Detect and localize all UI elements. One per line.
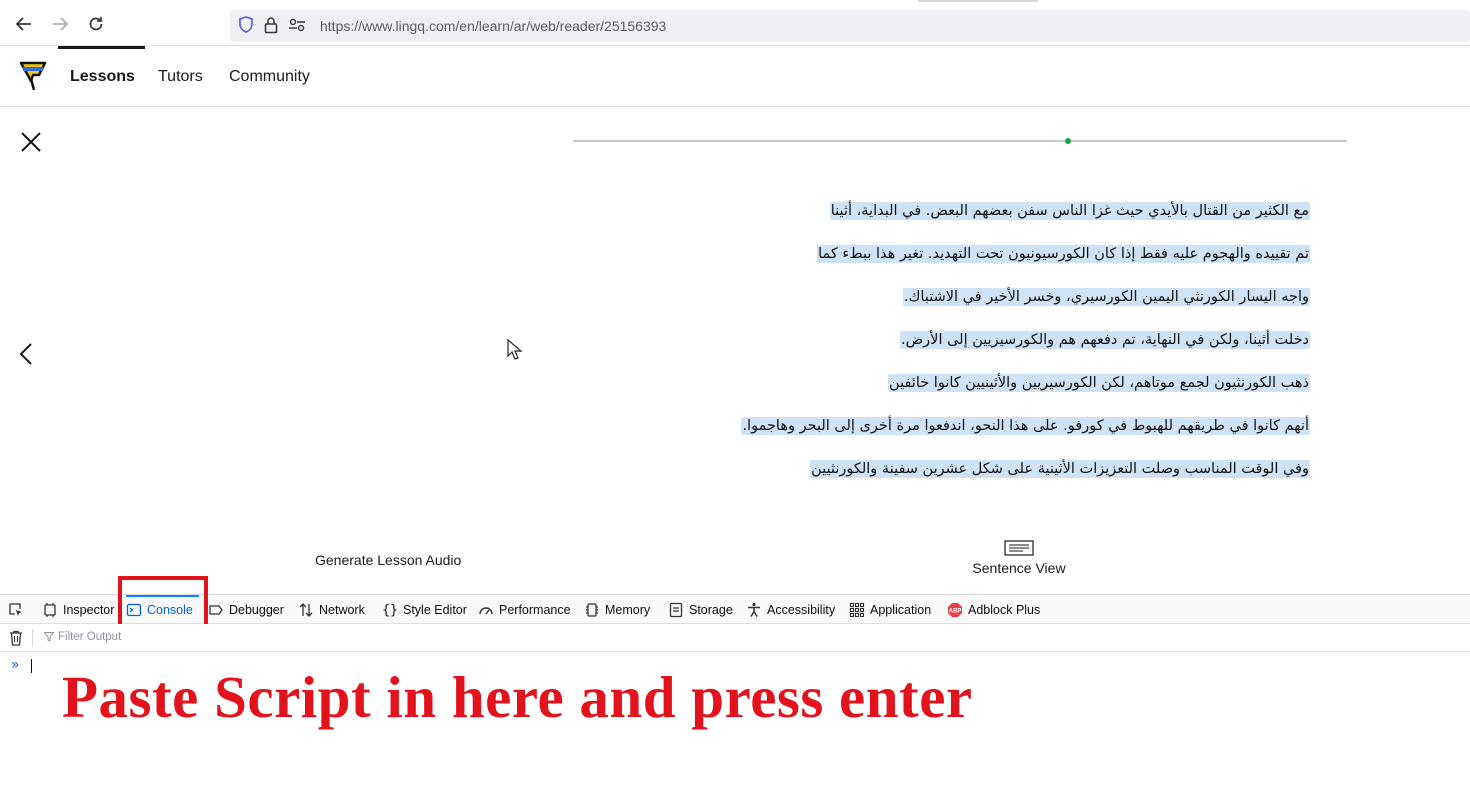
mouse-cursor-icon [507,339,523,360]
lesson-line[interactable]: تم تقييده والهجوم عليه فقط إذا كان الكور… [740,239,1310,282]
instruction-annotation: Paste Script in here and press enter [62,664,973,730]
address-bar[interactable]: https://www.lingq.com/en/learn/ar/web/re… [230,10,1470,42]
lesson-line[interactable]: دخلت أثينا، ولكن في النهاية، تم دفعهم هم… [740,325,1310,368]
tab-inspector[interactable]: Inspector [42,595,114,625]
tab-indicator [918,0,1038,2]
debugger-icon [209,605,223,615]
storage-icon [669,602,683,618]
tab-storage-label: Storage [689,603,733,617]
svg-text:ABP: ABP [949,609,962,615]
memory-icon [586,603,598,617]
lesson-line[interactable]: أنهم كانوا في طريقهم للهبوط في كورفو. عل… [740,411,1310,454]
tab-performance[interactable]: Performance [478,595,571,625]
lock-icon[interactable] [264,16,278,34]
lesson-line-text[interactable]: أنهم كانوا في طريقهم للهبوط في كورفو. عل… [741,417,1310,435]
clear-console-trash-icon[interactable] [9,630,23,646]
tab-style-editor-label: Style Editor [403,603,467,617]
nav-community[interactable]: Community [229,68,310,86]
filter-output-input[interactable]: Filter Output [44,631,121,643]
element-picker-button[interactable] [8,595,24,625]
sentence-view-icon [1004,540,1034,556]
nav-tutors[interactable]: Tutors [158,68,203,86]
tab-application[interactable]: Application [849,595,931,625]
text-caret [31,659,32,673]
lesson-line[interactable]: واجه اليسار الكورنثي اليمين الكورسيري، و… [740,282,1310,325]
accessibility-icon [748,602,760,617]
tab-memory-label: Memory [605,603,651,617]
lesson-line-text[interactable]: دخلت أثينا، ولكن في النهاية، تم دفعهم هم… [900,331,1310,349]
url-path: /en/learn/ar/web/reader/25156393 [455,18,667,34]
close-icon[interactable] [18,129,44,155]
forward-arrow-icon [53,17,69,31]
filter-separator [32,629,33,647]
tab-network[interactable]: Network [298,595,365,625]
lesson-line[interactable]: ذهب الكورنثيون لجمع موتاهم، لكن الكورسير… [740,368,1310,411]
browser-toolbar: https://www.lingq.com/en/learn/ar/web/re… [0,0,1470,46]
back-arrow-icon [15,17,31,31]
nav-lessons[interactable]: Lessons [70,68,135,86]
inspector-icon [44,603,56,617]
lesson-text[interactable]: مع الكثير من القتال بالأيدي حيث غزا النا… [740,196,1310,497]
tab-application-label: Application [870,603,932,617]
tab-style-editor[interactable]: {} Style Editor [382,595,467,625]
tab-memory[interactable]: Memory [584,595,650,625]
tab-adblock-plus-label: Adblock Plus [968,603,1041,617]
style-editor-icon: {} [382,602,398,618]
console-prompt-icon: » [11,657,20,673]
lingq-logo-icon[interactable] [18,59,48,93]
performance-icon [479,607,493,615]
lesson-progress-bar[interactable] [573,140,1347,142]
console-input-area[interactable]: » Paste Script in here and press enter [0,653,1470,800]
tab-adblock-plus[interactable]: ABP Adblock Plus [947,595,1040,625]
lesson-line-text[interactable]: تم تقييده والهجوم عليه فقط إذا كان الكور… [817,245,1310,263]
lesson-line-text[interactable]: مع الكثير من القتال بالأيدي حيث غزا النا… [829,202,1310,220]
lesson-line-text[interactable]: واجه اليسار الكورنثي اليمين الكورسيري، و… [902,288,1310,306]
site-header: Lessons Tutors Community [0,46,1470,107]
lesson-line[interactable]: وفي الوقت المناسب وصلت التعزيزات الأثيني… [740,454,1310,497]
url-text[interactable]: https://www.lingq.com/en/learn/ar/web/re… [320,18,666,34]
back-button[interactable] [12,12,36,36]
reload-button[interactable] [84,12,108,36]
application-icon [849,602,865,618]
lesson-line[interactable]: مع الكثير من القتال بالأيدي حيث غزا النا… [740,196,1310,239]
tab-accessibility[interactable]: Accessibility [746,595,835,625]
url-prefix: https://www. [320,18,396,34]
adblock-plus-icon: ABP [948,603,962,617]
previous-page-icon[interactable] [16,341,38,367]
url-host: lingq.com [395,18,456,34]
tab-debugger-label: Debugger [229,603,284,617]
tracking-shield-icon[interactable] [238,16,254,34]
devtools-toolbar: Inspector Console Debugger Network {} St… [0,594,1470,624]
console-filter-bar: Filter Output [0,624,1470,652]
filter-output-placeholder: Filter Output [58,631,122,643]
forward-button[interactable] [48,12,72,36]
tab-network-label: Network [319,603,365,617]
network-icon [299,603,313,617]
lesson-line-text[interactable]: وفي الوقت المناسب وصلت التعزيزات الأثيني… [810,460,1310,478]
tab-accessibility-label: Accessibility [767,603,836,617]
generate-lesson-audio-button[interactable]: Generate Lesson Audio [315,552,461,568]
tab-debugger[interactable]: Debugger [208,595,284,625]
sentence-view-button[interactable]: Sentence View [966,540,1072,578]
tab-performance-label: Performance [499,603,571,617]
element-picker-icon [9,603,22,616]
permissions-icon[interactable] [288,17,306,33]
tab-storage[interactable]: Storage [668,595,733,625]
sentence-view-label: Sentence View [972,560,1066,576]
reload-icon [89,17,103,31]
lesson-progress-marker[interactable] [1065,138,1072,144]
filter-funnel-icon [44,632,54,642]
active-nav-indicator [58,46,145,49]
lesson-line-text[interactable]: ذهب الكورنثيون لجمع موتاهم، لكن الكورسير… [888,374,1310,392]
tab-inspector-label: Inspector [63,603,115,617]
